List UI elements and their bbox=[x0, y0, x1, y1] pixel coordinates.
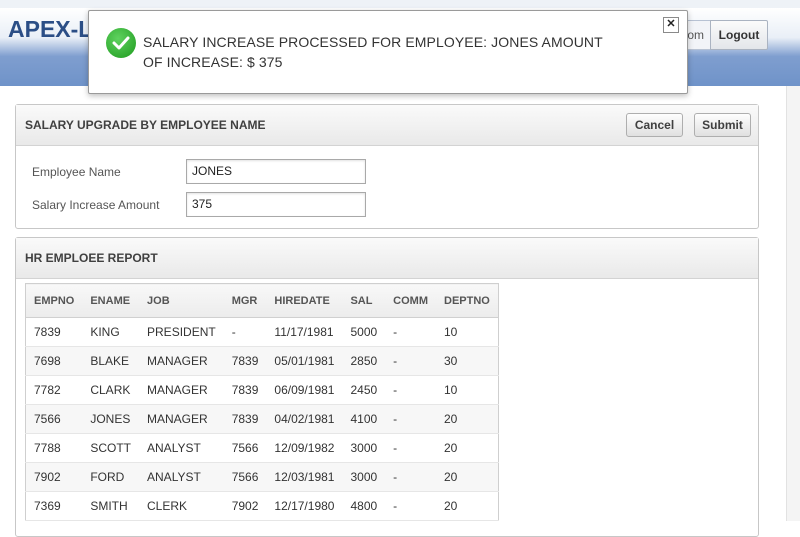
table-row: 7788 SCOTT ANALYST 7566 12/09/1982 3000 … bbox=[25, 433, 499, 463]
cell-comm: - bbox=[385, 462, 436, 492]
cell-mgr: 7839 bbox=[223, 346, 267, 376]
table-row: 7698 BLAKE MANAGER 7839 05/01/1981 2850 … bbox=[25, 346, 499, 376]
submit-button[interactable]: Submit bbox=[694, 113, 751, 137]
cell-comm: - bbox=[385, 317, 436, 347]
column-header-empno[interactable]: EMPNO bbox=[25, 283, 83, 318]
hr-report-header: HR EMPLOEE REPORT bbox=[16, 238, 758, 279]
cancel-button[interactable]: Cancel bbox=[626, 113, 683, 137]
cell-comm: - bbox=[385, 433, 436, 463]
success-notification: SALARY INCREASE PROCESSED FOR EMPLOYEE: … bbox=[88, 10, 688, 94]
cell-hiredate: 12/09/1982 bbox=[266, 433, 343, 463]
cell-empno: 7782 bbox=[25, 375, 83, 405]
cell-comm: - bbox=[385, 375, 436, 405]
cell-deptno: 10 bbox=[436, 375, 499, 405]
salary-upgrade-region: SALARY UPGRADE BY EMPLOYEE NAME Cancel S… bbox=[15, 104, 759, 229]
table-row: 7839 KING PRESIDENT - 11/17/1981 5000 - … bbox=[25, 317, 499, 347]
cell-mgr: 7566 bbox=[223, 462, 267, 492]
column-header-deptno[interactable]: DEPTNO bbox=[436, 283, 499, 318]
cell-deptno: 20 bbox=[436, 491, 499, 521]
cell-hiredate: 11/17/1981 bbox=[266, 317, 343, 347]
cell-ename: CLARK bbox=[82, 375, 140, 405]
cell-job: MANAGER bbox=[139, 375, 224, 405]
cell-ename: FORD bbox=[82, 462, 140, 492]
logout-button[interactable]: Logout bbox=[710, 20, 768, 50]
employee-name-label: Employee Name bbox=[32, 165, 121, 179]
cell-sal: 4100 bbox=[342, 404, 386, 434]
cell-hiredate: 06/09/1981 bbox=[266, 375, 343, 405]
cell-comm: - bbox=[385, 404, 436, 434]
column-header-hiredate[interactable]: HIREDATE bbox=[266, 283, 343, 318]
cell-ename: KING bbox=[82, 317, 140, 347]
cell-job: PRESIDENT bbox=[139, 317, 224, 347]
cell-job: CLERK bbox=[139, 491, 224, 521]
cell-sal: 4800 bbox=[342, 491, 386, 521]
employee-name-field[interactable]: JONES bbox=[186, 159, 366, 184]
cell-mgr: - bbox=[223, 317, 267, 347]
employee-report-table: EMPNO ENAME JOB MGR HIREDATE SAL COMM DE… bbox=[25, 283, 499, 521]
cell-deptno: 10 bbox=[436, 317, 499, 347]
cell-mgr: 7566 bbox=[223, 433, 267, 463]
cell-deptno: 20 bbox=[436, 462, 499, 492]
cell-hiredate: 05/01/1981 bbox=[266, 346, 343, 376]
cell-hiredate: 04/02/1981 bbox=[266, 404, 343, 434]
cell-mgr: 7839 bbox=[223, 375, 267, 405]
cell-empno: 7788 bbox=[25, 433, 83, 463]
cell-job: MANAGER bbox=[139, 404, 224, 434]
cell-empno: 7698 bbox=[25, 346, 83, 376]
cell-sal: 2450 bbox=[342, 375, 386, 405]
notification-message: SALARY INCREASE PROCESSED FOR EMPLOYEE: … bbox=[143, 34, 603, 70]
cell-mgr: 7839 bbox=[223, 404, 267, 434]
hr-report-region: HR EMPLOEE REPORT EMPNO ENAME JOB MGR HI… bbox=[15, 237, 759, 537]
column-header-sal[interactable]: SAL bbox=[342, 283, 386, 318]
cell-empno: 7566 bbox=[25, 404, 83, 434]
cell-ename: SMITH bbox=[82, 491, 140, 521]
cell-job: ANALYST bbox=[139, 462, 224, 492]
cell-deptno: 30 bbox=[436, 346, 499, 376]
table-row: 7566 JONES MANAGER 7839 04/02/1981 4100 … bbox=[25, 404, 499, 434]
cell-mgr: 7902 bbox=[223, 491, 267, 521]
page-scrollbar[interactable] bbox=[786, 86, 800, 521]
cell-ename: SCOTT bbox=[82, 433, 140, 463]
cell-sal: 3000 bbox=[342, 462, 386, 492]
cell-sal: 3000 bbox=[342, 433, 386, 463]
salary-amount-label: Salary Increase Amount bbox=[32, 198, 160, 212]
hr-report-title: HR EMPLOEE REPORT bbox=[25, 251, 158, 265]
cell-hiredate: 12/03/1981 bbox=[266, 462, 343, 492]
app-title: APEX-L bbox=[8, 16, 93, 42]
cell-empno: 7369 bbox=[25, 491, 83, 521]
column-header-job[interactable]: JOB bbox=[139, 283, 224, 318]
check-icon bbox=[106, 28, 136, 58]
cell-deptno: 20 bbox=[436, 404, 499, 434]
table-row: 7782 CLARK MANAGER 7839 06/09/1981 2450 … bbox=[25, 375, 499, 405]
cell-ename: BLAKE bbox=[82, 346, 140, 376]
cell-comm: - bbox=[385, 491, 436, 521]
table-header-row: EMPNO ENAME JOB MGR HIREDATE SAL COMM DE… bbox=[25, 283, 499, 318]
column-header-ename[interactable]: ENAME bbox=[82, 283, 140, 318]
cell-ename: JONES bbox=[82, 404, 140, 434]
cell-sal: 5000 bbox=[342, 317, 386, 347]
salary-upgrade-title: SALARY UPGRADE BY EMPLOYEE NAME bbox=[25, 118, 266, 132]
salary-amount-field[interactable]: 375 bbox=[186, 192, 366, 217]
table-row: 7902 FORD ANALYST 7566 12/03/1981 3000 -… bbox=[25, 462, 499, 492]
cell-empno: 7839 bbox=[25, 317, 83, 347]
column-header-comm[interactable]: COMM bbox=[385, 283, 436, 318]
cell-empno: 7902 bbox=[25, 462, 83, 492]
table-row: 7369 SMITH CLERK 7902 12/17/1980 4800 - … bbox=[25, 491, 499, 521]
cell-comm: - bbox=[385, 346, 436, 376]
cell-job: MANAGER bbox=[139, 346, 224, 376]
close-icon[interactable]: ✕ bbox=[663, 17, 679, 33]
column-header-mgr[interactable]: MGR bbox=[223, 283, 267, 318]
cell-sal: 2850 bbox=[342, 346, 386, 376]
salary-upgrade-header: SALARY UPGRADE BY EMPLOYEE NAME Cancel S… bbox=[16, 105, 758, 146]
cell-job: ANALYST bbox=[139, 433, 224, 463]
cell-deptno: 20 bbox=[436, 433, 499, 463]
cell-hiredate: 12/17/1980 bbox=[266, 491, 343, 521]
